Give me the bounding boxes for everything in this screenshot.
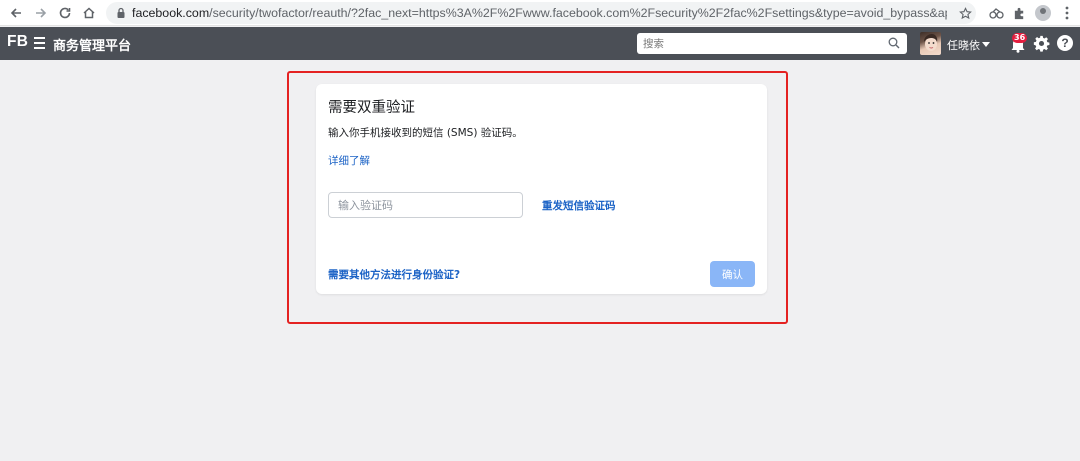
extension-icon[interactable] — [985, 2, 1007, 24]
chevron-down-icon[interactable] — [982, 42, 990, 47]
help-icon[interactable]: ? — [1057, 35, 1073, 51]
forward-arrow-icon[interactable] — [30, 2, 52, 24]
address-bar[interactable]: facebook.com/security/twofactor/reauth/?… — [106, 2, 976, 24]
dialog-title: 需要双重验证 — [328, 100, 415, 116]
brand-logo[interactable]: FB — [7, 33, 28, 51]
gear-icon[interactable] — [1033, 35, 1050, 52]
two-factor-dialog: 需要双重验证 输入你手机接收到的短信 (SMS) 验证码。 详细了解 重发短信验… — [316, 84, 767, 294]
resend-sms-link[interactable]: 重发短信验证码 — [542, 198, 616, 213]
dialog-description: 输入你手机接收到的短信 (SMS) 验证码。 — [328, 127, 523, 139]
hamburger-menu-icon[interactable] — [34, 37, 45, 49]
search-box[interactable] — [637, 33, 907, 54]
reload-icon[interactable] — [54, 2, 76, 24]
browser-toolbar: facebook.com/security/twofactor/reauth/?… — [0, 0, 1080, 26]
back-arrow-icon[interactable] — [5, 2, 27, 24]
app-title[interactable]: 商务管理平台 — [53, 35, 131, 54]
search-input[interactable] — [643, 37, 873, 50]
lock-icon[interactable] — [116, 4, 126, 23]
star-icon[interactable] — [954, 2, 976, 24]
url-path: /security/twofactor/reauth/?2fac_next=ht… — [209, 6, 947, 20]
verification-code-input[interactable] — [328, 192, 523, 218]
search-icon[interactable] — [888, 37, 900, 49]
url-text: facebook.com/security/twofactor/reauth/?… — [132, 6, 947, 20]
learn-more-link[interactable]: 详细了解 — [328, 153, 370, 168]
user-name[interactable]: 任晓依 — [947, 37, 980, 53]
home-icon[interactable] — [78, 2, 100, 24]
profile-icon[interactable] — [1032, 2, 1054, 24]
other-method-link[interactable]: 需要其他方法进行身份验证? — [328, 267, 460, 282]
avatar[interactable] — [920, 32, 941, 55]
confirm-button[interactable]: 确认 — [710, 261, 755, 287]
notification-badge: 36 — [1012, 33, 1028, 43]
app-header: FB 商务管理平台 任晓依 36 ? — [0, 27, 1080, 60]
more-vert-icon[interactable] — [1056, 2, 1078, 24]
puzzle-icon[interactable] — [1008, 2, 1030, 24]
url-host: facebook.com — [132, 6, 210, 20]
